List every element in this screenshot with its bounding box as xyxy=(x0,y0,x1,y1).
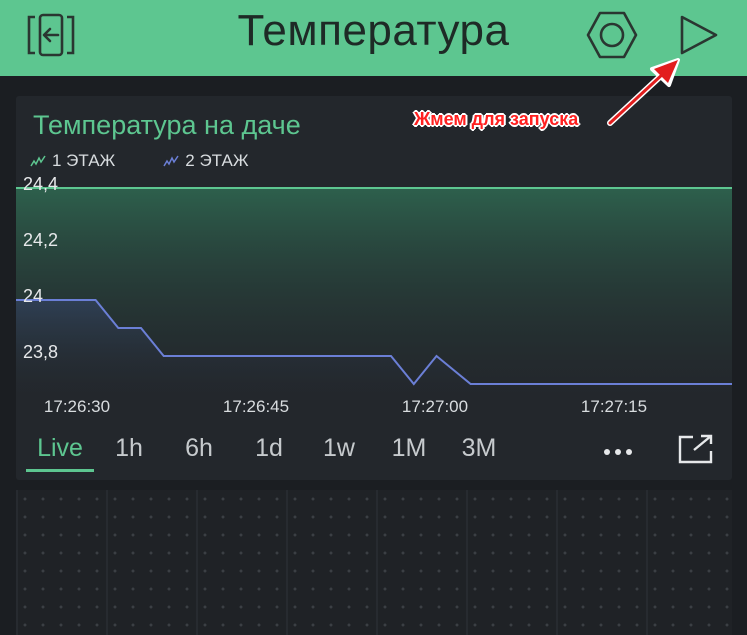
range-live[interactable]: Live xyxy=(26,430,94,472)
y-tick-label: 24 xyxy=(23,286,44,306)
y-tick-label: 24,4 xyxy=(23,174,59,194)
range-1d[interactable]: 1d xyxy=(234,430,304,472)
play-icon xyxy=(680,15,718,55)
range-1m[interactable]: 1M xyxy=(374,430,444,472)
widget-canvas-columns xyxy=(16,490,732,635)
legend-item-1: 1 ЭТАЖ xyxy=(30,151,115,171)
hexagon-settings-icon xyxy=(586,11,638,59)
play-button[interactable] xyxy=(676,13,720,57)
open-fullscreen-icon xyxy=(678,434,713,464)
range-3m[interactable]: 3M xyxy=(444,430,514,472)
expand-button[interactable] xyxy=(677,433,715,470)
y-tick-label: 23,8 xyxy=(23,342,59,362)
range-1w[interactable]: 1w xyxy=(304,430,374,472)
range-6h[interactable]: 6h xyxy=(164,430,234,472)
y-tick-label: 24,2 xyxy=(23,230,59,250)
more-horizontal-icon xyxy=(604,449,632,455)
line-chart-icon xyxy=(30,155,46,167)
annotation-text: Жмем для запуска xyxy=(414,109,579,129)
legend-label: 2 ЭТАЖ xyxy=(185,151,249,170)
annotation-arrow xyxy=(607,58,680,126)
legend-label: 1 ЭТАЖ xyxy=(52,151,116,170)
line-chart-icon xyxy=(163,155,179,167)
x-tick-label: 17:26:30 xyxy=(43,397,111,416)
more-button[interactable] xyxy=(602,444,634,462)
x-tick-label: 17:27:15 xyxy=(580,397,648,416)
legend-item-2: 2 ЭТАЖ xyxy=(163,151,249,171)
chart-widget[interactable]: Температура на даче 1 ЭТАЖ 2 ЭТАЖ 24,4 2… xyxy=(16,96,732,480)
chart-title: Температура на даче xyxy=(33,110,301,140)
x-tick-label: 17:26:45 xyxy=(222,397,290,416)
range-1h[interactable]: 1h xyxy=(94,430,164,472)
settings-button[interactable] xyxy=(585,10,639,60)
x-tick-label: 17:27:00 xyxy=(401,397,469,416)
chart-legend: 1 ЭТАЖ 2 ЭТАЖ xyxy=(30,151,249,171)
time-range-selector: Live 1h 6h 1d 1w 1M 3M xyxy=(26,430,514,472)
